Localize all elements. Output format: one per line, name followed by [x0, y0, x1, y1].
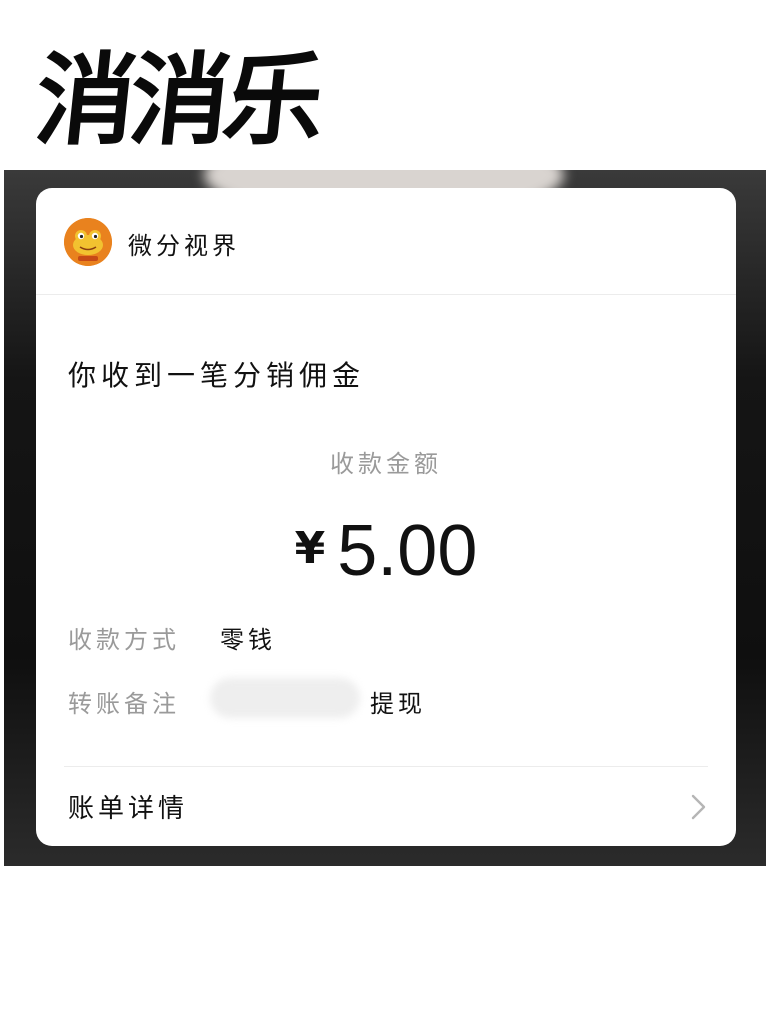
amount-display: ¥5.00 [36, 510, 736, 592]
chevron-right-icon [691, 794, 706, 820]
payment-notice-card: 微分视界 你收到一笔分销佣金 收款金额 ¥5.00 收款方式 零钱 转账备注 提… [36, 188, 736, 846]
payment-method-value: 零钱 [220, 626, 276, 654]
amount-value: 5.00 [337, 511, 478, 591]
headline: 消消乐 [29, 41, 325, 159]
redacted-note-mask [210, 678, 360, 718]
payment-method-label: 收款方式 [68, 626, 180, 654]
brand-name: 微分视界 [128, 232, 240, 260]
transfer-note-value: 提现 [370, 690, 426, 718]
page: 消消乐 微分视界 你收到一笔分销佣金 收款金额 ¥ 5.00 收款方式 零钱 转… [0, 0, 768, 1024]
frog-avatar-icon [64, 218, 112, 266]
currency-symbol: ¥ [294, 523, 326, 574]
amount-label: 收款金额 [330, 450, 442, 478]
bill-details-label: 账单详情 [68, 794, 189, 824]
divider [64, 766, 708, 767]
notice-title: 你收到一笔分销佣金 [68, 359, 366, 392]
bill-details-row[interactable]: 账单详情 [36, 768, 736, 846]
transfer-note-label: 转账备注 [68, 690, 180, 718]
card-header[interactable]: 微分视界 [36, 188, 736, 295]
